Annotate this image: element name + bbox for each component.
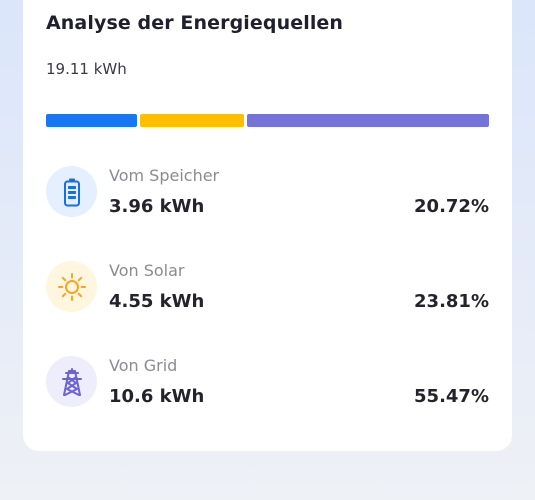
source-value: 4.55 kWh (109, 291, 205, 312)
battery-icon (46, 166, 97, 217)
source-percent: 23.81% (414, 291, 489, 312)
source-value: 3.96 kWh (109, 196, 205, 217)
distribution-bar (46, 114, 489, 127)
energy-sources-card: Analyse der Energiequellen 19.11 kWh Vom… (23, 0, 512, 451)
bar-segment-speicher (46, 114, 137, 127)
bar-segment-grid (246, 114, 489, 127)
power-tower-icon (46, 356, 97, 407)
source-label: Von Grid (109, 356, 178, 375)
source-label: Von Solar (109, 261, 185, 280)
source-row-speicher: Vom Speicher 3.96 kWh 20.72% (46, 166, 489, 236)
source-label: Vom Speicher (109, 166, 220, 185)
source-value: 10.6 kWh (109, 386, 205, 407)
source-percent: 55.47% (414, 386, 489, 407)
total-energy: 19.11 kWh (46, 60, 127, 78)
sun-icon (46, 261, 97, 312)
bar-segment-solar (139, 114, 244, 127)
source-row-grid: Von Grid 10.6 kWh 55.47% (46, 356, 489, 426)
source-percent: 20.72% (414, 196, 489, 217)
source-row-solar: Von Solar 4.55 kWh 23.81% (46, 261, 489, 331)
card-title: Analyse der Energiequellen (46, 12, 344, 34)
